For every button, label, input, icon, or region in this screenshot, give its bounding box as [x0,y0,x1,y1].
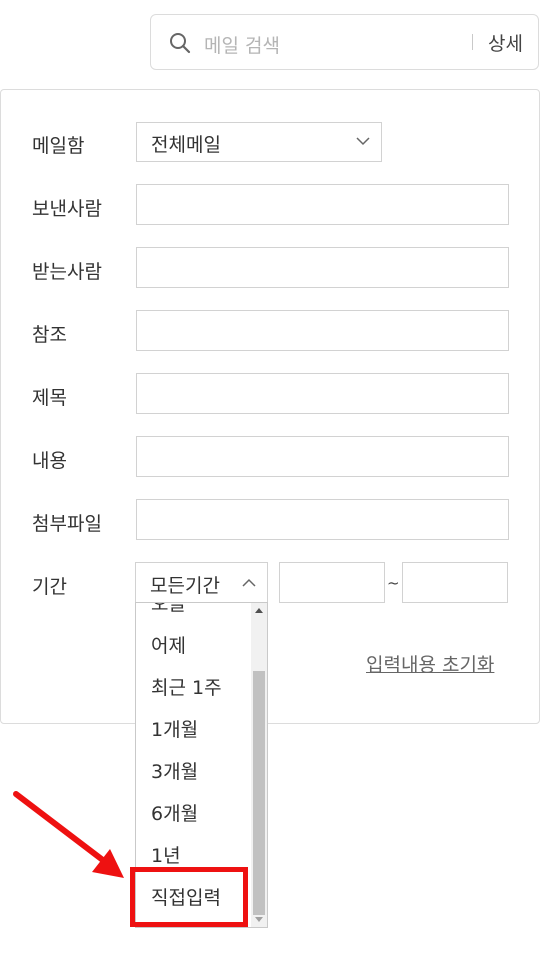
to-label: 받는사람 [32,261,102,283]
start-date-field[interactable] [279,562,385,603]
search-divider [472,34,473,50]
custom-input-highlight-box [130,867,248,927]
search-icon [170,33,191,54]
period-select-value: 모든기간 [150,575,220,597]
scroll-down-arrow-icon[interactable] [254,914,264,924]
red-pointer-arrow-icon [13,791,124,878]
mailbox-select[interactable]: 전체메일 [136,122,382,162]
subject-label: 제목 [32,387,67,409]
cc-label: 참조 [32,324,67,346]
mailbox-label: 메일함 [32,135,85,157]
period-label: 기간 [32,576,67,598]
option-1-month[interactable]: 1개월 [151,715,198,742]
option-today[interactable]: 오늘 [151,603,186,616]
mail-search-bar[interactable]: 메일 검색 상세 [150,14,539,70]
attachment-field[interactable] [136,499,509,540]
scroll-up-arrow-icon[interactable] [254,606,264,616]
option-last-week[interactable]: 최근 1주 [151,673,222,700]
period-select[interactable]: 모든기간 [135,562,268,603]
content-field[interactable] [136,436,509,477]
detail-search-button[interactable]: 상세 [488,29,523,56]
from-label: 보낸사람 [32,198,102,220]
attachment-label: 첨부파일 [32,513,102,535]
chevron-up-icon [242,578,256,587]
option-3-months[interactable]: 3개월 [151,757,198,784]
to-field[interactable] [136,247,509,288]
option-6-months[interactable]: 6개월 [151,799,198,826]
search-input[interactable]: 메일 검색 [204,31,280,58]
date-range-separator: ~ [387,574,400,592]
chevron-down-icon [356,137,370,146]
detail-search-panel: 메일함 전체메일 보낸사람 받는사람 참조 제목 내용 첨부파일 기간 [0,89,540,724]
option-1-year[interactable]: 1년 [151,841,181,868]
mailbox-select-value: 전체메일 [151,134,221,156]
subject-field[interactable] [136,373,509,414]
option-yesterday[interactable]: 어제 [151,631,186,658]
reset-form-link[interactable]: 입력내용 초기화 [366,650,494,677]
from-field[interactable] [136,184,509,225]
content-label: 내용 [32,450,67,472]
dropdown-scroll-thumb[interactable] [253,671,265,915]
cc-field[interactable] [136,310,509,351]
end-date-field[interactable] [402,562,508,603]
